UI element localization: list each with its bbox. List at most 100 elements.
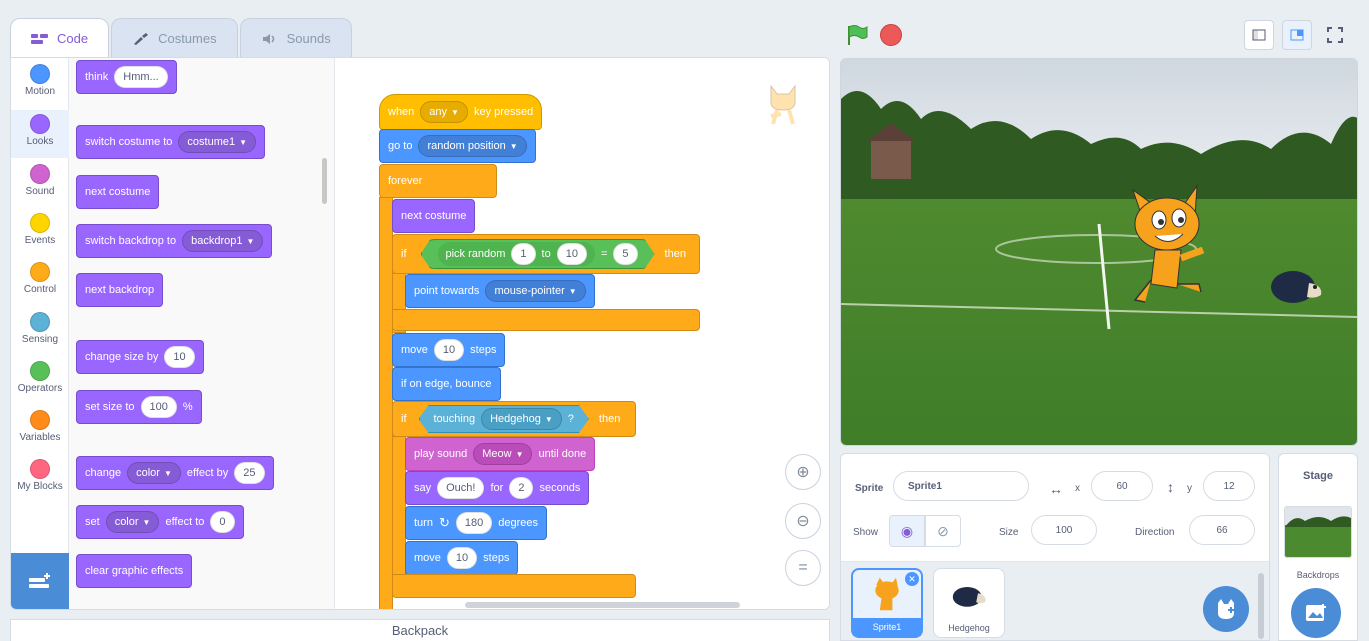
sprite-tile-hedgehog[interactable]: Hedgehog	[933, 568, 1005, 638]
block-text: then	[598, 413, 621, 425]
choose-sprite-button[interactable]	[1203, 586, 1249, 632]
effect-by-input[interactable]: 25	[234, 462, 265, 484]
say-for-block[interactable]: say Ouch! for 2 seconds	[405, 471, 590, 505]
say-text-input[interactable]: Ouch!	[437, 477, 485, 499]
category-sound[interactable]: Sound	[11, 164, 69, 197]
show-sprite-button[interactable]: ◉	[889, 515, 925, 547]
backdrop-dropdown[interactable]: backdrop1 ▼	[182, 230, 264, 252]
category-control[interactable]: Control	[11, 262, 69, 295]
normal-stage-icon	[1290, 29, 1304, 41]
next-costume-block[interactable]: next costume	[392, 199, 476, 233]
turn-degrees-input[interactable]: 180	[455, 512, 493, 534]
stage-selector[interactable]: Stage Backdrops	[1278, 453, 1358, 641]
block-text: if	[401, 413, 407, 425]
fullscreen-button[interactable]	[1320, 20, 1350, 50]
next-costume-block[interactable]: next costume	[76, 175, 160, 209]
size-input[interactable]	[1031, 515, 1097, 545]
when-key-pressed-block[interactable]: when any ▼ key pressed	[379, 94, 543, 130]
stop-button[interactable]	[880, 24, 902, 46]
category-looks[interactable]: Looks	[11, 110, 69, 158]
tab-code[interactable]: Code	[10, 18, 110, 58]
sprite-list-scrollbar[interactable]	[1258, 573, 1264, 639]
category-events[interactable]: Events	[11, 213, 69, 246]
category-motion[interactable]: Motion	[11, 64, 69, 97]
clear-effects-block[interactable]: clear graphic effects	[76, 554, 193, 588]
costume-dropdown[interactable]: costume1 ▼	[178, 131, 257, 153]
forever-block[interactable]: forever	[379, 164, 497, 198]
point-towards-block[interactable]: point towards mouse-pointer ▼	[405, 274, 595, 308]
x-input[interactable]	[1091, 471, 1153, 501]
hide-sprite-button[interactable]: ⊘	[925, 515, 961, 547]
zoom-in-button[interactable]: ⊕	[785, 454, 821, 490]
if-block[interactable]: if pick random 1 to 10 = 5 then	[392, 234, 700, 274]
touching-dropdown[interactable]: Hedgehog ▼	[481, 408, 562, 430]
dropdown-arrow-icon: ▼	[142, 517, 151, 527]
palette-scrollbar[interactable]	[322, 158, 327, 204]
backpack[interactable]: Backpack	[10, 619, 830, 641]
dropdown-value: backdrop1	[191, 235, 243, 247]
sprite-name-input[interactable]	[893, 471, 1029, 501]
green-flag-icon[interactable]	[845, 24, 869, 46]
change-size-block[interactable]: change size by 10	[76, 340, 204, 374]
pick-random-operator[interactable]: pick random 1 to 10	[438, 242, 595, 266]
effect-dropdown[interactable]: color ▼	[105, 511, 160, 533]
effect-dropdown[interactable]: color ▼	[127, 462, 181, 484]
random-from-input[interactable]: 1	[511, 243, 535, 265]
category-label: Motion	[24, 86, 55, 97]
sprite-tile-sprite1[interactable]: ✕ Sprite1	[851, 568, 923, 638]
choose-backdrop-button[interactable]	[1291, 588, 1341, 638]
point-target-dropdown[interactable]: mouse-pointer ▼	[485, 280, 586, 302]
small-stage-button[interactable]	[1244, 20, 1274, 50]
sound-dropdown[interactable]: Meow ▼	[473, 443, 533, 465]
eye-icon: ◉	[900, 522, 914, 539]
tab-sounds[interactable]: Sounds	[239, 18, 352, 58]
category-operators[interactable]: Operators	[11, 361, 69, 394]
category-my-blocks[interactable]: My Blocks	[11, 459, 69, 492]
switch-backdrop-block[interactable]: switch backdrop to backdrop1 ▼	[76, 224, 273, 258]
if-touching-block[interactable]: if touching Hedgehog ▼ ? then	[392, 401, 636, 437]
equals-input[interactable]: 5	[613, 243, 637, 265]
effect-to-input[interactable]: 0	[210, 511, 235, 533]
add-extension-button[interactable]	[11, 553, 69, 609]
random-to-input[interactable]: 10	[557, 243, 587, 265]
move-block[interactable]: move 10 steps	[405, 541, 519, 575]
change-effect-block[interactable]: change color ▼ effect by 25	[76, 456, 274, 490]
move-steps-input[interactable]: 10	[433, 339, 465, 361]
normal-stage-button[interactable]	[1282, 20, 1312, 50]
think-input[interactable]: Hmm...	[114, 66, 168, 88]
turn-block[interactable]: turn ↻ 180 degrees	[405, 506, 547, 540]
category-sensing[interactable]: Sensing	[11, 312, 69, 345]
direction-input[interactable]	[1189, 515, 1255, 545]
next-backdrop-block[interactable]: next backdrop	[76, 273, 164, 307]
workspace-scrollbar[interactable]	[465, 602, 740, 608]
play-sound-block[interactable]: play sound Meow ▼ until done	[405, 437, 596, 471]
switch-costume-block[interactable]: switch costume to costume1 ▼	[76, 125, 266, 159]
stage-title: Stage	[1303, 470, 1333, 482]
stage-canvas[interactable]	[840, 58, 1358, 446]
y-input[interactable]	[1203, 471, 1255, 501]
equals-operator[interactable]: pick random 1 to 10 = 5	[421, 239, 655, 269]
block-text: pick random	[445, 248, 506, 260]
tab-costumes[interactable]: Costumes	[111, 18, 238, 58]
block-text: ?	[567, 413, 574, 425]
think-block[interactable]: think Hmm...	[76, 60, 177, 94]
move-steps-input[interactable]: 10	[446, 547, 478, 569]
say-seconds-input[interactable]: 2	[509, 477, 534, 499]
zoom-out-icon: ⊖	[796, 513, 810, 530]
move-block[interactable]: move 10 steps	[392, 333, 506, 367]
key-dropdown[interactable]: any ▼	[420, 101, 468, 123]
set-size-input[interactable]: 100	[140, 396, 177, 418]
delete-sprite-icon[interactable]: ✕	[905, 572, 919, 586]
go-to-block[interactable]: go to random position ▼	[379, 129, 536, 163]
backdrop-thumbnail[interactable]	[1284, 506, 1352, 558]
block-text: touching	[433, 413, 476, 425]
set-size-block[interactable]: set size to 100%	[76, 390, 202, 424]
set-effect-block[interactable]: set color ▼ effect to 0	[76, 505, 244, 539]
bounce-block[interactable]: if on edge, bounce	[392, 367, 501, 401]
zoom-out-button[interactable]: ⊖	[785, 503, 821, 539]
touching-sensor[interactable]: touching Hedgehog ▼ ?	[419, 405, 589, 433]
zoom-reset-button[interactable]: =	[785, 550, 821, 586]
category-variables[interactable]: Variables	[11, 410, 69, 443]
go-to-dropdown[interactable]: random position ▼	[418, 135, 527, 157]
change-size-input[interactable]: 10	[164, 346, 195, 368]
